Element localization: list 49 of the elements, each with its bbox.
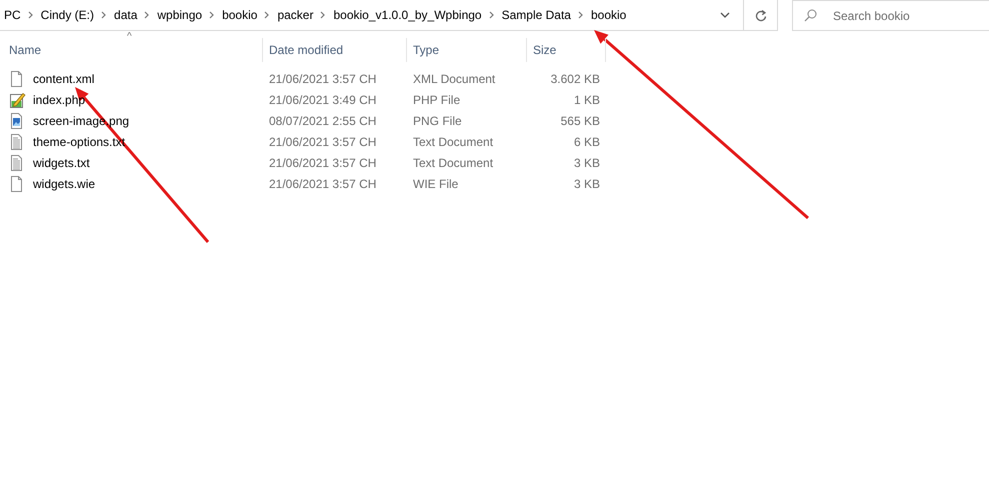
file-size: 565 KB (560, 114, 600, 128)
chevron-icon (100, 10, 108, 20)
file-name[interactable]: widgets.txt (33, 156, 90, 170)
chevron-icon (143, 10, 152, 20)
date-modified: 21/06/2021 3:57 CH (269, 134, 376, 148)
file-type: XML Document (413, 72, 496, 86)
breadcrumb-item[interactable]: wpbingo (151, 8, 208, 22)
date-modified: 21/06/2021 3:57 CH (269, 156, 376, 170)
sort-indicator: ^ (127, 31, 132, 42)
chevron-icon (488, 10, 496, 20)
breadcrumb-item[interactable]: data (108, 8, 144, 22)
edit-file-icon (10, 92, 26, 108)
file-name[interactable]: content.xml (33, 72, 94, 86)
file-type: PNG File (413, 114, 462, 128)
file-size: 1 KB (574, 92, 600, 106)
file-type: WIE File (413, 176, 458, 190)
chevron-icon (208, 10, 216, 20)
breadcrumb-item[interactable]: bookio_v1.0.0_by_Wpbingo (327, 8, 488, 22)
refresh-icon (754, 8, 766, 22)
file-type: PHP File (413, 92, 460, 106)
chevron-icon (576, 10, 585, 20)
chevron-icon (319, 10, 328, 20)
file-name[interactable]: widgets.wie (33, 176, 96, 190)
file-size: 3 KB (574, 176, 600, 190)
file-size: 3.602 KB (550, 72, 600, 86)
breadcrumb-item[interactable]: packer (271, 8, 320, 22)
breadcrumb-item[interactable]: PC (0, 8, 27, 22)
date-modified: 21/06/2021 3:57 CH (269, 176, 376, 190)
file-type: Text Document (413, 134, 494, 148)
column-header[interactable]: Size (533, 43, 556, 57)
column-header[interactable]: Date modified (269, 43, 344, 57)
date-modified: 21/06/2021 3:57 CH (269, 72, 376, 86)
search-icon (804, 9, 817, 22)
file-type: Text Document (413, 156, 494, 170)
column-header[interactable]: Type (413, 43, 440, 57)
breadcrumb-item[interactable]: bookio (584, 8, 632, 22)
search-field[interactable]: Search bookio (792, 0, 989, 31)
chevron-icon (26, 10, 35, 20)
date-modified: 21/06/2021 3:49 CH (269, 92, 376, 106)
file-size: 6 KB (574, 134, 600, 148)
file-size: 3 KB (574, 156, 600, 170)
dropdown-icon (720, 11, 730, 19)
breadcrumb-item[interactable]: Cindy (E:) (34, 8, 100, 22)
chevron-icon (263, 10, 272, 20)
breadcrumb-item[interactable]: bookio (216, 8, 264, 22)
date-modified: 08/07/2021 2:55 CH (269, 114, 376, 128)
breadcrumb-item[interactable]: Sample Data (496, 8, 577, 22)
column-header[interactable]: Name (9, 43, 42, 57)
file-name[interactable]: index.php (33, 92, 86, 106)
